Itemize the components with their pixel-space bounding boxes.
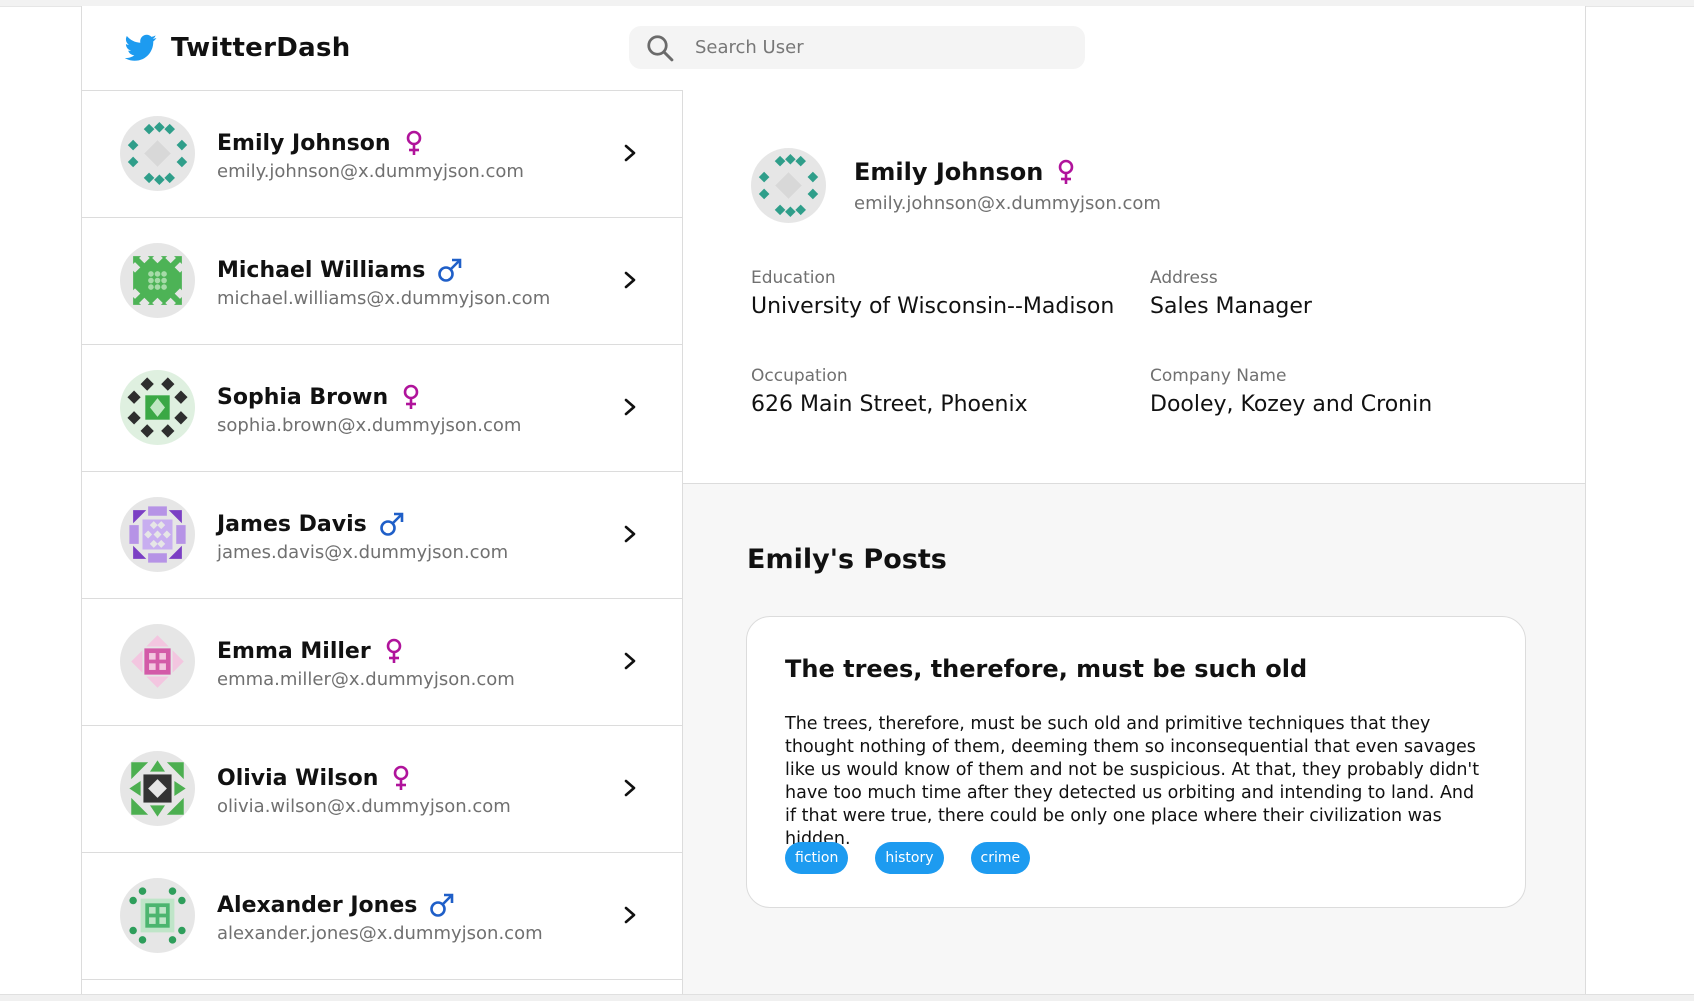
profile-name: Emily Johnson bbox=[854, 158, 1077, 186]
education-field: Education University of Wisconsin--Madis… bbox=[751, 268, 1114, 319]
identicon-avatar bbox=[120, 878, 195, 953]
search-input[interactable] bbox=[693, 36, 1077, 59]
male-gender-icon bbox=[379, 512, 404, 536]
user-list-item[interactable]: Sophia Brown sophia.brown@x.dummyjson.co… bbox=[82, 344, 682, 472]
occupation-value: 626 Main Street, Phoenix bbox=[751, 392, 1028, 417]
user-list-item[interactable]: James Davis james.davis@x.dummyjson.com bbox=[82, 471, 682, 599]
app-title: TwitterDash bbox=[171, 33, 351, 63]
user-name-text: Olivia Wilson bbox=[217, 765, 379, 791]
user-email: olivia.wilson@x.dummyjson.com bbox=[217, 796, 511, 817]
user-name: James Davis bbox=[217, 511, 405, 537]
app-window: TwitterDash Search User Emily Johnson em… bbox=[81, 6, 1586, 994]
search-bar[interactable] bbox=[629, 26, 1085, 69]
chevron-right-icon[interactable] bbox=[620, 142, 640, 164]
user-list-item[interactable]: Emma Miller emma.miller@x.dummyjson.com bbox=[82, 598, 682, 726]
user-name-text: Sophia Brown bbox=[217, 384, 389, 410]
user-list: Emily Johnson emily.johnson@x.dummyjson.… bbox=[82, 90, 683, 994]
chevron-right-icon[interactable] bbox=[620, 777, 640, 799]
tag-chip[interactable]: crime bbox=[970, 842, 1031, 874]
user-name: Sophia Brown bbox=[217, 384, 422, 410]
post-title: The trees, therefore, must be such old bbox=[785, 655, 1308, 683]
user-name-text: Alexander Jones bbox=[217, 892, 418, 918]
post-tags: fiction history crime bbox=[785, 842, 1057, 874]
profile-name-text: Emily Johnson bbox=[854, 158, 1044, 186]
chevron-right-icon[interactable] bbox=[620, 523, 640, 545]
tag-chip[interactable]: fiction bbox=[785, 842, 849, 874]
identicon-avatar bbox=[120, 751, 195, 826]
profile-card: Emily Johnson emily.johnson@x.dummyjson.… bbox=[683, 90, 1585, 484]
user-list-item[interactable]: Olivia Wilson olivia.wilson@x.dummyjson.… bbox=[82, 725, 682, 853]
company-field: Company Name Dooley, Kozey and Cronin bbox=[1150, 366, 1432, 417]
tag-chip[interactable]: history bbox=[875, 842, 944, 874]
user-list-item[interactable]: Emily Johnson emily.johnson@x.dummyjson.… bbox=[82, 90, 682, 218]
address-value: Sales Manager bbox=[1150, 294, 1312, 319]
education-value: University of Wisconsin--Madison bbox=[751, 294, 1115, 319]
identicon-avatar bbox=[751, 148, 826, 223]
male-gender-icon bbox=[438, 258, 462, 282]
brand[interactable]: TwitterDash bbox=[125, 33, 351, 63]
user-name-text: Emily Johnson bbox=[217, 130, 391, 156]
chevron-right-icon[interactable] bbox=[620, 396, 640, 418]
female-gender-icon bbox=[403, 384, 419, 409]
occupation-field: Occupation 626 Main Street, Phoenix bbox=[751, 366, 1028, 417]
post-card[interactable]: The trees, therefore, must be such old T… bbox=[746, 616, 1526, 908]
male-gender-icon bbox=[430, 893, 454, 917]
user-email: emma.miller@x.dummyjson.com bbox=[217, 669, 515, 690]
identicon-avatar bbox=[120, 497, 195, 572]
company-label: Company Name bbox=[1150, 366, 1287, 386]
chevron-right-icon[interactable] bbox=[620, 269, 640, 291]
user-list-item[interactable]: Alexander Jones alexander.jones@x.dummyj… bbox=[82, 852, 682, 980]
user-name: Alexander Jones bbox=[217, 892, 455, 918]
user-name: Emily Johnson bbox=[217, 130, 425, 156]
user-name-text: Michael Williams bbox=[217, 257, 426, 283]
profile-email: emily.johnson@x.dummyjson.com bbox=[854, 193, 1161, 214]
user-name: Michael Williams bbox=[217, 257, 463, 283]
address-field: Address Sales Manager bbox=[1150, 268, 1312, 319]
chevron-right-icon[interactable] bbox=[620, 904, 640, 926]
posts-section: Emily's Posts The trees, therefore, must… bbox=[683, 484, 1585, 994]
user-detail-panel: Emily Johnson emily.johnson@x.dummyjson.… bbox=[683, 90, 1585, 994]
address-label: Address bbox=[1150, 268, 1218, 288]
education-label: Education bbox=[751, 268, 836, 288]
identicon-avatar bbox=[120, 243, 195, 318]
post-body: The trees, therefore, must be such old a… bbox=[785, 714, 1480, 849]
posts-heading: Emily's Posts bbox=[747, 544, 947, 575]
user-email: james.davis@x.dummyjson.com bbox=[217, 542, 509, 563]
user-email: michael.williams@x.dummyjson.com bbox=[217, 288, 551, 309]
female-gender-icon bbox=[1059, 159, 1074, 184]
identicon-avatar bbox=[120, 370, 195, 445]
twitter-bird-icon bbox=[125, 34, 157, 61]
user-list-item[interactable]: Michael Williams michael.williams@x.dumm… bbox=[82, 217, 682, 345]
occupation-label: Occupation bbox=[751, 366, 848, 386]
female-gender-icon bbox=[386, 638, 401, 663]
search-icon[interactable] bbox=[645, 33, 675, 63]
user-name-text: James Davis bbox=[217, 511, 367, 537]
user-email: alexander.jones@x.dummyjson.com bbox=[217, 923, 543, 944]
female-gender-icon bbox=[394, 765, 409, 790]
user-email: sophia.brown@x.dummyjson.com bbox=[217, 415, 522, 436]
female-gender-icon bbox=[406, 130, 421, 155]
user-name: Olivia Wilson bbox=[217, 765, 412, 791]
user-email: emily.johnson@x.dummyjson.com bbox=[217, 161, 524, 182]
identicon-avatar bbox=[120, 116, 195, 191]
header: TwitterDash bbox=[82, 6, 1585, 91]
user-name: Emma Miller bbox=[217, 638, 405, 664]
chevron-right-icon[interactable] bbox=[620, 650, 640, 672]
company-value: Dooley, Kozey and Cronin bbox=[1150, 392, 1433, 417]
user-name-text: Emma Miller bbox=[217, 638, 371, 664]
identicon-avatar bbox=[120, 624, 195, 699]
